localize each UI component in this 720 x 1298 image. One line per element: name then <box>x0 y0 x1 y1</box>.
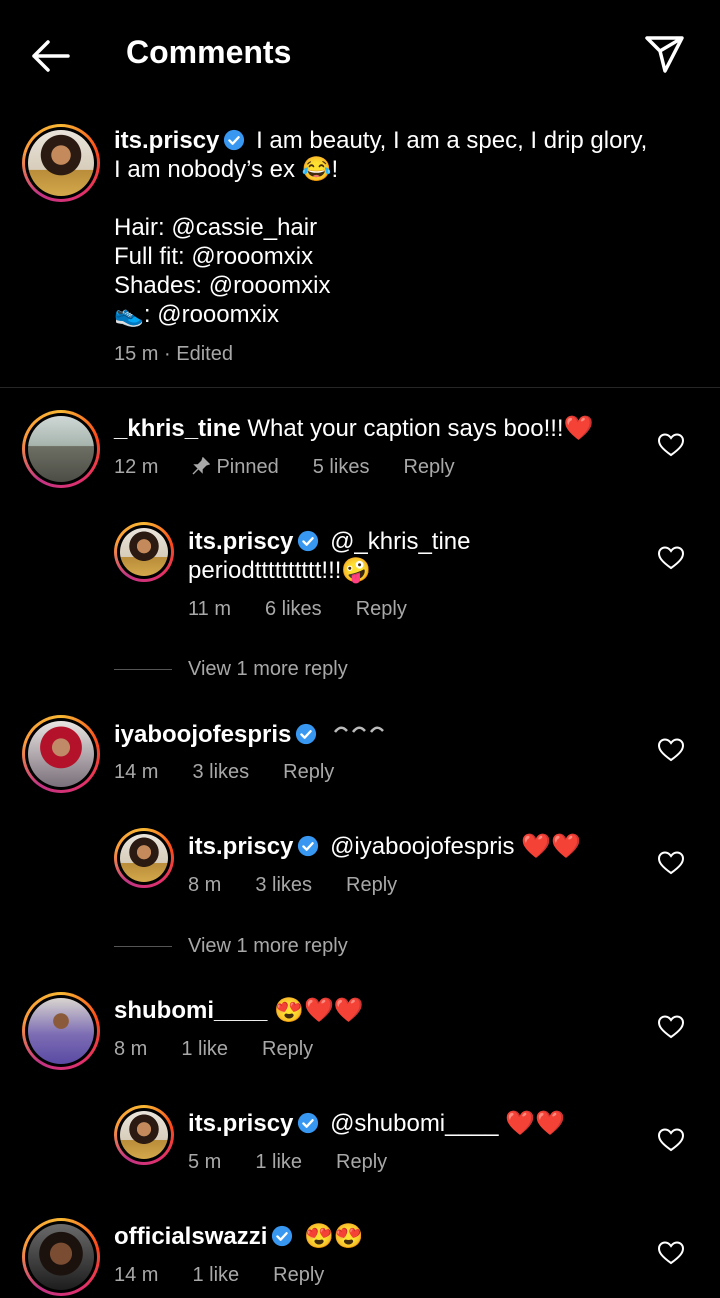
comment-time: 12 m <box>114 456 159 478</box>
comment-time: 14 m <box>114 1264 159 1286</box>
divider <box>114 669 172 671</box>
mention-link[interactable]: @_khris_tine <box>330 528 470 555</box>
view-more-label[interactable]: View 1 more reply <box>188 658 348 680</box>
comment-username[interactable]: officialswazzi <box>114 1223 267 1250</box>
comment-meta: 8 m 3 likes Reply <box>188 874 431 897</box>
reply-button[interactable]: Reply <box>356 598 407 620</box>
like-count[interactable]: 5 likes <box>313 456 370 478</box>
post-caption: its.priscy I am beauty, I am a spec, I d… <box>114 126 694 329</box>
comment-username[interactable]: shubomi____ <box>114 997 267 1024</box>
caption-credit: 👟: @rooomxix <box>114 301 279 328</box>
comment-username[interactable]: iyaboojofespris <box>114 721 291 748</box>
like-count[interactable]: 3 likes <box>255 874 312 896</box>
divider <box>114 946 172 948</box>
pinned-label: Pinned <box>192 456 279 478</box>
reply-button[interactable]: Reply <box>336 1151 387 1173</box>
verified-badge-icon <box>272 1225 293 1247</box>
pinned-text: Pinned <box>216 456 279 478</box>
heart-icon[interactable] <box>658 738 684 762</box>
comment: _khris_tine What your caption says boo!!… <box>114 414 593 443</box>
verified-badge-icon <box>296 723 317 745</box>
view-more-label[interactable]: View 1 more reply <box>188 935 348 957</box>
avatar[interactable] <box>22 124 100 202</box>
like-count[interactable]: 1 like <box>181 1038 228 1060</box>
heart-icon[interactable] <box>658 1241 684 1265</box>
comment-meta: 11 m 6 likes Reply <box>188 598 441 621</box>
header-bar: Comments <box>0 0 720 110</box>
reply-button[interactable]: Reply <box>346 874 397 896</box>
comment-meta: 14 m 1 like Reply <box>114 1264 358 1287</box>
comment-text: What your caption says boo!!!❤️ <box>247 415 594 442</box>
verified-badge-icon <box>298 530 319 552</box>
comment: officialswazzi 😍😍 <box>114 1222 364 1251</box>
comment-time: 8 m <box>188 874 222 896</box>
comment-meta: 5 m 1 like Reply <box>188 1151 421 1174</box>
comment-username[interactable]: its.priscy <box>188 833 293 860</box>
comment-text: 😍😍 <box>304 1223 364 1250</box>
avatar[interactable] <box>22 992 100 1070</box>
heart-icon[interactable] <box>658 546 684 570</box>
caption-credit: Shades: @rooomxix <box>114 272 331 299</box>
heart-icon[interactable] <box>658 433 684 457</box>
like-count[interactable]: 3 likes <box>192 761 249 783</box>
page-title: Comments <box>126 34 292 70</box>
comment-meta: 14 m 3 likes Reply <box>114 761 368 784</box>
comment: iyaboojofespris <box>114 720 389 749</box>
comment-text: periodtttttttttt!!!🤪 <box>188 557 372 584</box>
comment-username[interactable]: _khris_tine <box>114 415 241 442</box>
comment-time: 5 m <box>188 1151 222 1173</box>
view-more-replies[interactable]: View 1 more reply <box>114 935 348 958</box>
comment-username[interactable]: its.priscy <box>188 1110 293 1137</box>
comment-time: 11 m <box>188 598 231 620</box>
comment-meta: 8 m 1 like Reply <box>114 1038 347 1061</box>
heart-icon[interactable] <box>658 851 684 875</box>
caption-username[interactable]: its.priscy <box>114 127 219 154</box>
reply-button[interactable]: Reply <box>273 1264 324 1286</box>
like-count[interactable]: 1 like <box>192 1264 239 1286</box>
comment: shubomi____ 😍❤️❤️ <box>114 996 364 1025</box>
direct-send-icon[interactable] <box>642 32 686 76</box>
avatar[interactable] <box>22 1218 100 1296</box>
reply-button[interactable]: Reply <box>403 456 454 478</box>
comment-text: @iyaboojofespris ❤️❤️ <box>330 833 581 860</box>
caption-credit: Full fit: @rooomxix <box>114 243 314 270</box>
reply-button[interactable]: Reply <box>283 761 334 783</box>
view-more-replies[interactable]: View 1 more reply <box>114 658 348 681</box>
reply-button[interactable]: Reply <box>262 1038 313 1060</box>
comment: its.priscy @iyaboojofespris ❤️❤️ <box>188 832 581 861</box>
comment-time: 14 m <box>114 761 159 783</box>
caption-text: I am beauty, I am a spec, I drip glory, <box>256 127 648 154</box>
avatar[interactable] <box>114 828 174 888</box>
comment-time: 8 m <box>114 1038 148 1060</box>
comment-text: @shubomi____ ❤️❤️ <box>330 1110 565 1137</box>
verified-badge-icon <box>298 835 319 857</box>
verified-badge-icon <box>224 129 245 151</box>
heart-icon[interactable] <box>658 1128 684 1152</box>
verified-badge-icon <box>298 1112 319 1134</box>
caption-time: 15 m · Edited <box>114 343 233 365</box>
avatar[interactable] <box>22 715 100 793</box>
avatar[interactable] <box>114 1105 174 1165</box>
pin-icon <box>192 457 211 475</box>
avatar[interactable] <box>114 522 174 582</box>
heart-icon[interactable] <box>658 1015 684 1039</box>
divider <box>0 387 720 388</box>
comment-text: 😍❤️❤️ <box>274 997 364 1024</box>
comment: its.priscy @_khris_tine periodtttttttttt… <box>188 527 471 585</box>
like-count[interactable]: 6 likes <box>265 598 322 620</box>
avatar[interactable] <box>22 410 100 488</box>
back-arrow-icon[interactable] <box>28 36 72 76</box>
comment-username[interactable]: its.priscy <box>188 528 293 555</box>
like-count[interactable]: 1 like <box>255 1151 302 1173</box>
comment: its.priscy @shubomi____ ❤️❤️ <box>188 1109 565 1138</box>
eyebrow-emoji-icon <box>334 726 385 733</box>
comment-meta: 12 m Pinned 5 likes Reply <box>114 456 489 479</box>
caption-text: I am nobody’s ex 😂! <box>114 156 339 183</box>
caption-credit: Hair: @cassie_hair <box>114 214 318 241</box>
